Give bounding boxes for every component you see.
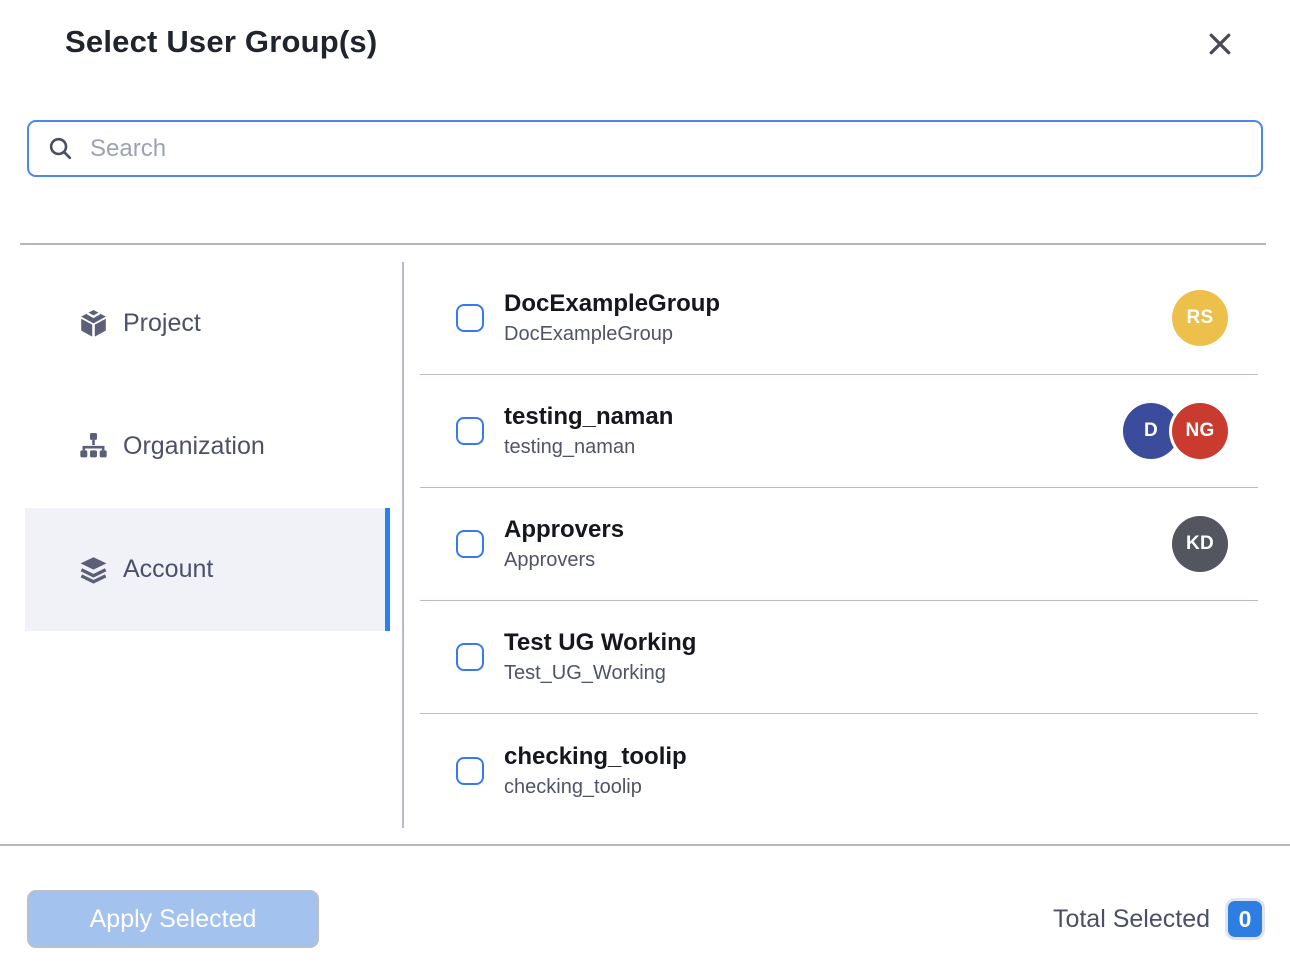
user-group-list: DocExampleGroup DocExampleGroup RS testi…: [420, 262, 1258, 828]
scope-sidebar: Project Organization: [25, 262, 390, 828]
group-name: Approvers: [504, 515, 624, 545]
search-area: [27, 120, 1263, 177]
search-box[interactable]: [27, 120, 1263, 177]
avatar: D: [1123, 403, 1179, 459]
group-text: Approvers Approvers: [504, 515, 624, 573]
total-selected: Total Selected 0: [1053, 901, 1262, 937]
close-button[interactable]: [1202, 26, 1238, 62]
search-input[interactable]: [90, 135, 1243, 163]
group-id: Approvers: [504, 547, 624, 573]
group-text: Test UG Working Test_UG_Working: [504, 628, 696, 686]
group-row: testing_naman testing_naman D NG: [420, 375, 1258, 488]
select-user-groups-dialog: Select User Group(s): [0, 0, 1290, 970]
avatar: KD: [1172, 516, 1228, 572]
sidebar-item-label: Project: [123, 309, 201, 338]
group-id: DocExampleGroup: [504, 321, 720, 347]
dialog-content: Project Organization: [0, 262, 1290, 828]
org-chart-icon: [78, 431, 109, 462]
sidebar-item-label: Organization: [123, 432, 265, 461]
avatar: NG: [1172, 403, 1228, 459]
group-text: checking_toolip checking_toolip: [504, 742, 687, 800]
group-checkbox[interactable]: [456, 757, 484, 785]
dialog-title: Select User Group(s): [65, 24, 1230, 60]
total-selected-badge: 0: [1228, 901, 1262, 937]
sidebar-item-project[interactable]: Project: [25, 262, 390, 385]
sidebar-item-organization[interactable]: Organization: [25, 385, 390, 508]
total-selected-label: Total Selected: [1053, 905, 1210, 934]
group-row: Approvers Approvers KD: [420, 488, 1258, 601]
header-divider: [20, 243, 1266, 245]
apply-selected-button[interactable]: Apply Selected: [27, 890, 319, 948]
group-row: DocExampleGroup DocExampleGroup RS: [420, 262, 1258, 375]
avatar-stack: KD: [1172, 516, 1228, 572]
group-text: testing_naman testing_naman: [504, 402, 673, 460]
dialog-header: Select User Group(s): [0, 0, 1290, 60]
group-id: checking_toolip: [504, 774, 687, 800]
layers-icon: [78, 554, 109, 585]
group-name: testing_naman: [504, 402, 673, 432]
avatar: RS: [1172, 290, 1228, 346]
cube-icon: [78, 308, 109, 339]
group-text: DocExampleGroup DocExampleGroup: [504, 289, 720, 347]
group-name: checking_toolip: [504, 742, 687, 772]
group-name: DocExampleGroup: [504, 289, 720, 319]
group-row: checking_toolip checking_toolip: [420, 714, 1258, 827]
group-checkbox[interactable]: [456, 417, 484, 445]
sidebar-item-label: Account: [123, 555, 213, 584]
close-icon: [1205, 29, 1235, 59]
dialog-footer: Apply Selected Total Selected 0: [0, 846, 1290, 948]
sidebar-item-account[interactable]: Account: [25, 508, 390, 631]
search-icon: [47, 135, 74, 162]
group-id: testing_naman: [504, 434, 673, 460]
group-checkbox[interactable]: [456, 530, 484, 558]
group-row: Test UG Working Test_UG_Working: [420, 601, 1258, 714]
group-id: Test_UG_Working: [504, 660, 696, 686]
avatar-stack: D NG: [1123, 403, 1228, 459]
group-name: Test UG Working: [504, 628, 696, 658]
group-checkbox[interactable]: [456, 304, 484, 332]
vertical-divider: [402, 262, 404, 828]
group-checkbox[interactable]: [456, 643, 484, 671]
avatar-stack: RS: [1172, 290, 1228, 346]
